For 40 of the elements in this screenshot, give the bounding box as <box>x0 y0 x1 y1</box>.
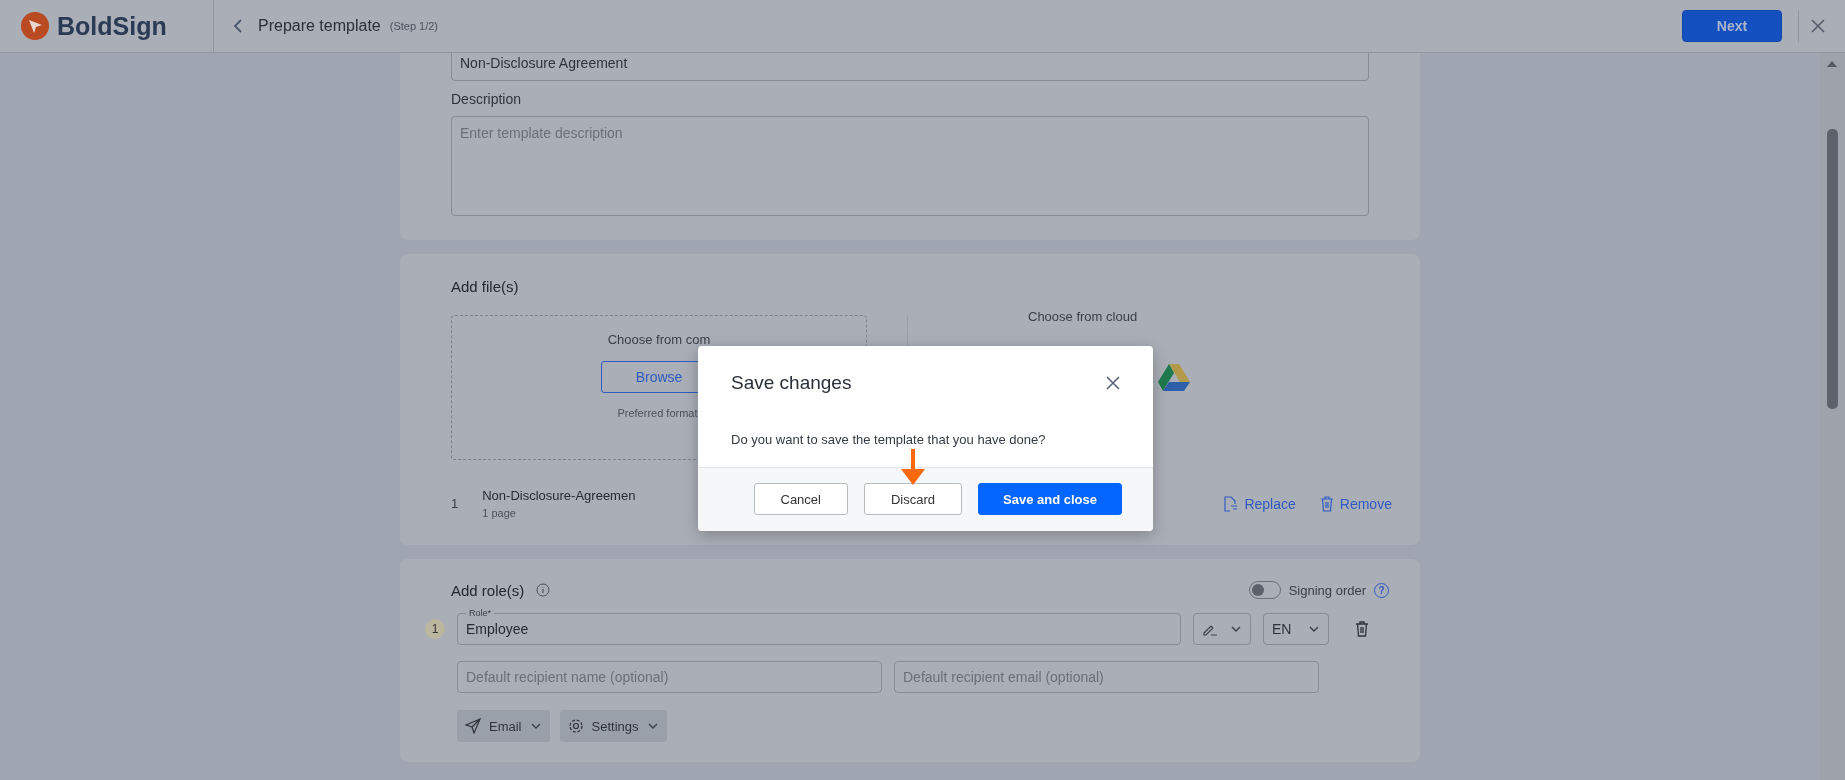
replace-button[interactable]: Replace <box>1222 495 1296 512</box>
signer-type-dropdown[interactable] <box>1193 613 1251 645</box>
trash-icon <box>1319 495 1334 512</box>
file-name: Non-Disclosure-Agreemen <box>482 488 636 503</box>
logo-icon <box>21 12 49 40</box>
recipient-email-field[interactable]: Default recipient email (optional) <box>894 661 1319 693</box>
file-swap-icon <box>1222 495 1239 512</box>
cloud-drive-icon[interactable] <box>1158 364 1190 392</box>
settings-dropdown[interactable]: Settings <box>559 710 667 742</box>
close-icon[interactable] <box>1811 19 1825 33</box>
dialog-title: Save changes <box>731 372 852 394</box>
upload-heading: Choose from com <box>607 332 711 347</box>
section-title: Add role(s) <box>451 581 525 599</box>
page-title: Prepare template <box>258 17 381 35</box>
language-dropdown[interactable]: EN <box>1263 613 1329 645</box>
upload-heading: Choose from cloud <box>1028 309 1138 324</box>
step-indicator: (Step 1/2) <box>389 20 439 32</box>
remove-button[interactable]: Remove <box>1319 495 1392 512</box>
delivery-dropdown[interactable]: Email <box>457 710 550 742</box>
page-count: 1 page <box>482 507 517 519</box>
brand-name: BoldSign <box>57 11 167 41</box>
delete-icon[interactable] <box>1355 621 1369 637</box>
send-icon <box>465 718 481 734</box>
description-field[interactable]: Enter template description <box>451 116 1369 216</box>
info-icon <box>536 583 551 597</box>
file-number: 1 <box>451 496 459 511</box>
recipient-name-field[interactable]: Default recipient name (optional) <box>457 661 882 693</box>
back-icon[interactable] <box>232 18 244 34</box>
field-label: Description <box>451 91 523 107</box>
gear-icon <box>567 718 584 734</box>
dialog-button[interactable]: Cancel <box>753 483 848 515</box>
close-icon[interactable] <box>1105 375 1121 391</box>
template-name-field[interactable]: Non-Disclosure Agreement <box>451 53 1369 81</box>
role-number: 1 <box>425 619 445 639</box>
section-title: Add file(s) <box>451 278 520 295</box>
next-button[interactable]: Next <box>1682 10 1782 42</box>
toggle-label: Signing order <box>1288 582 1366 598</box>
dialog-button[interactable]: Discard <box>863 483 963 515</box>
format-note: Preferred format: <box>617 407 701 419</box>
save-button[interactable]: Save and close <box>978 483 1122 515</box>
